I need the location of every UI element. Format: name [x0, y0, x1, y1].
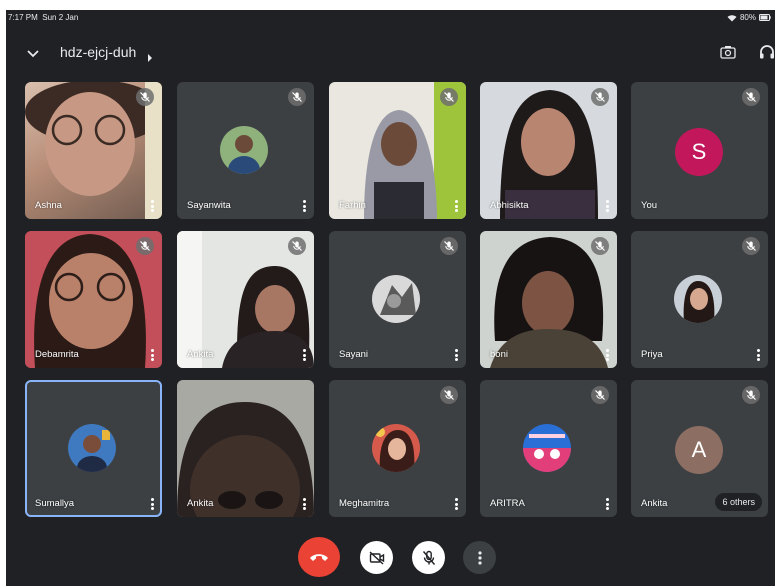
participant-name: Ashna	[35, 200, 62, 211]
battery-icon	[759, 14, 771, 21]
more-vertical-icon[interactable]	[149, 199, 155, 213]
participant-tile[interactable]: Sumallya	[25, 380, 162, 517]
mic-off-icon	[422, 550, 435, 565]
battery-percent: 80%	[739, 13, 756, 22]
more-vertical-icon[interactable]	[149, 348, 155, 362]
mic-muted-icon	[440, 237, 458, 255]
participant-tile[interactable]: Meghamitra	[329, 380, 466, 517]
status-bar: 7:17 PM Sun 2 Jan 80%	[6, 10, 775, 26]
more-vertical-icon[interactable]	[453, 348, 459, 362]
chevron-down-icon[interactable]	[26, 46, 40, 64]
participant-name: Meghamitra	[339, 498, 390, 509]
meet-screen: 7:17 PM Sun 2 Jan 80% hdz-ejcj-duh Ashna…	[6, 10, 775, 586]
participant-tile[interactable]: ARITRA	[480, 380, 617, 517]
participant-name: You	[641, 200, 658, 211]
participant-name: Ankita	[641, 498, 668, 509]
mic-muted-icon	[136, 88, 154, 106]
participant-name: Debamrita	[35, 349, 79, 360]
participant-tile[interactable]: Ashna	[25, 82, 162, 219]
more-vertical-icon[interactable]	[755, 348, 761, 362]
mic-muted-icon	[742, 88, 760, 106]
avatar: S	[675, 128, 723, 176]
mic-muted-icon	[591, 386, 609, 404]
more-vertical-icon[interactable]	[149, 497, 155, 511]
more-vertical-icon[interactable]	[301, 497, 307, 511]
avatar	[523, 424, 571, 472]
mic-muted-icon	[742, 386, 760, 404]
participant-name: Sayani	[339, 349, 369, 360]
more-vertical-icon[interactable]	[453, 497, 459, 511]
participant-tile[interactable]: A Ankita 6 others	[631, 380, 768, 517]
status-date: Sun 2 Jan	[42, 13, 79, 22]
participant-tile[interactable]: Farhin	[329, 82, 466, 219]
participant-name: Abhisikta	[490, 200, 529, 211]
mic-muted-icon	[288, 88, 306, 106]
avatar	[68, 424, 116, 472]
participant-name: Ankita	[187, 498, 214, 509]
camera-toggle-button[interactable]	[360, 541, 393, 574]
avatar	[372, 275, 420, 323]
participant-name: ARITRA	[490, 498, 525, 509]
mic-muted-icon	[742, 237, 760, 255]
more-vertical-icon[interactable]	[604, 199, 610, 213]
avatar: A	[675, 426, 723, 474]
wifi-icon	[727, 14, 737, 22]
participant-name: Sayanwita	[187, 200, 231, 211]
mic-muted-icon	[288, 237, 306, 255]
end-call-icon	[310, 554, 328, 561]
participant-name: Priya	[641, 349, 663, 360]
more-vertical-icon	[477, 550, 482, 565]
end-call-button[interactable]	[298, 537, 340, 577]
headphones-icon[interactable]	[759, 44, 775, 65]
mic-muted-icon	[591, 237, 609, 255]
more-vertical-icon[interactable]	[301, 199, 307, 213]
participant-name: boni	[490, 349, 508, 360]
participant-tile[interactable]: Ankita	[177, 380, 314, 517]
status-time: 7:17 PM Sun 2 Jan	[8, 13, 78, 22]
participant-tile[interactable]: Priya	[631, 231, 768, 368]
participant-tile[interactable]: boni	[480, 231, 617, 368]
avatar	[674, 275, 722, 323]
more-options-button[interactable]	[463, 541, 496, 574]
call-controls	[6, 537, 775, 577]
mic-toggle-button[interactable]	[412, 541, 445, 574]
participant-name: Ankita	[187, 349, 214, 360]
mic-muted-icon	[440, 88, 458, 106]
status-right: 80%	[727, 13, 771, 22]
participant-tile[interactable]: Ankita	[177, 231, 314, 368]
mic-muted-icon	[136, 237, 154, 255]
switch-camera-icon[interactable]	[720, 45, 736, 64]
participant-name: Sumallya	[35, 498, 75, 509]
participant-tile[interactable]: Sayani	[329, 231, 466, 368]
participant-video	[177, 380, 314, 517]
more-vertical-icon[interactable]	[604, 497, 610, 511]
caret-right-icon[interactable]	[147, 49, 153, 67]
participant-tile[interactable]: Abhisikta	[480, 82, 617, 219]
mic-muted-icon	[440, 386, 458, 404]
more-vertical-icon[interactable]	[453, 199, 459, 213]
mic-muted-icon	[591, 88, 609, 106]
meeting-header: hdz-ejcj-duh	[6, 38, 775, 68]
more-vertical-icon[interactable]	[301, 348, 307, 362]
more-vertical-icon[interactable]	[604, 348, 610, 362]
camera-off-icon	[369, 550, 384, 565]
others-badge[interactable]: 6 others	[715, 493, 762, 511]
participant-tile[interactable]: S You	[631, 82, 768, 219]
status-clock: 7:17 PM	[8, 13, 38, 22]
avatar	[372, 424, 420, 472]
participant-tile[interactable]: Sayanwita	[177, 82, 314, 219]
meeting-code[interactable]: hdz-ejcj-duh	[60, 44, 136, 60]
avatar	[220, 126, 268, 174]
participant-name: Farhin	[339, 200, 366, 211]
participant-tile[interactable]: Debamrita	[25, 231, 162, 368]
